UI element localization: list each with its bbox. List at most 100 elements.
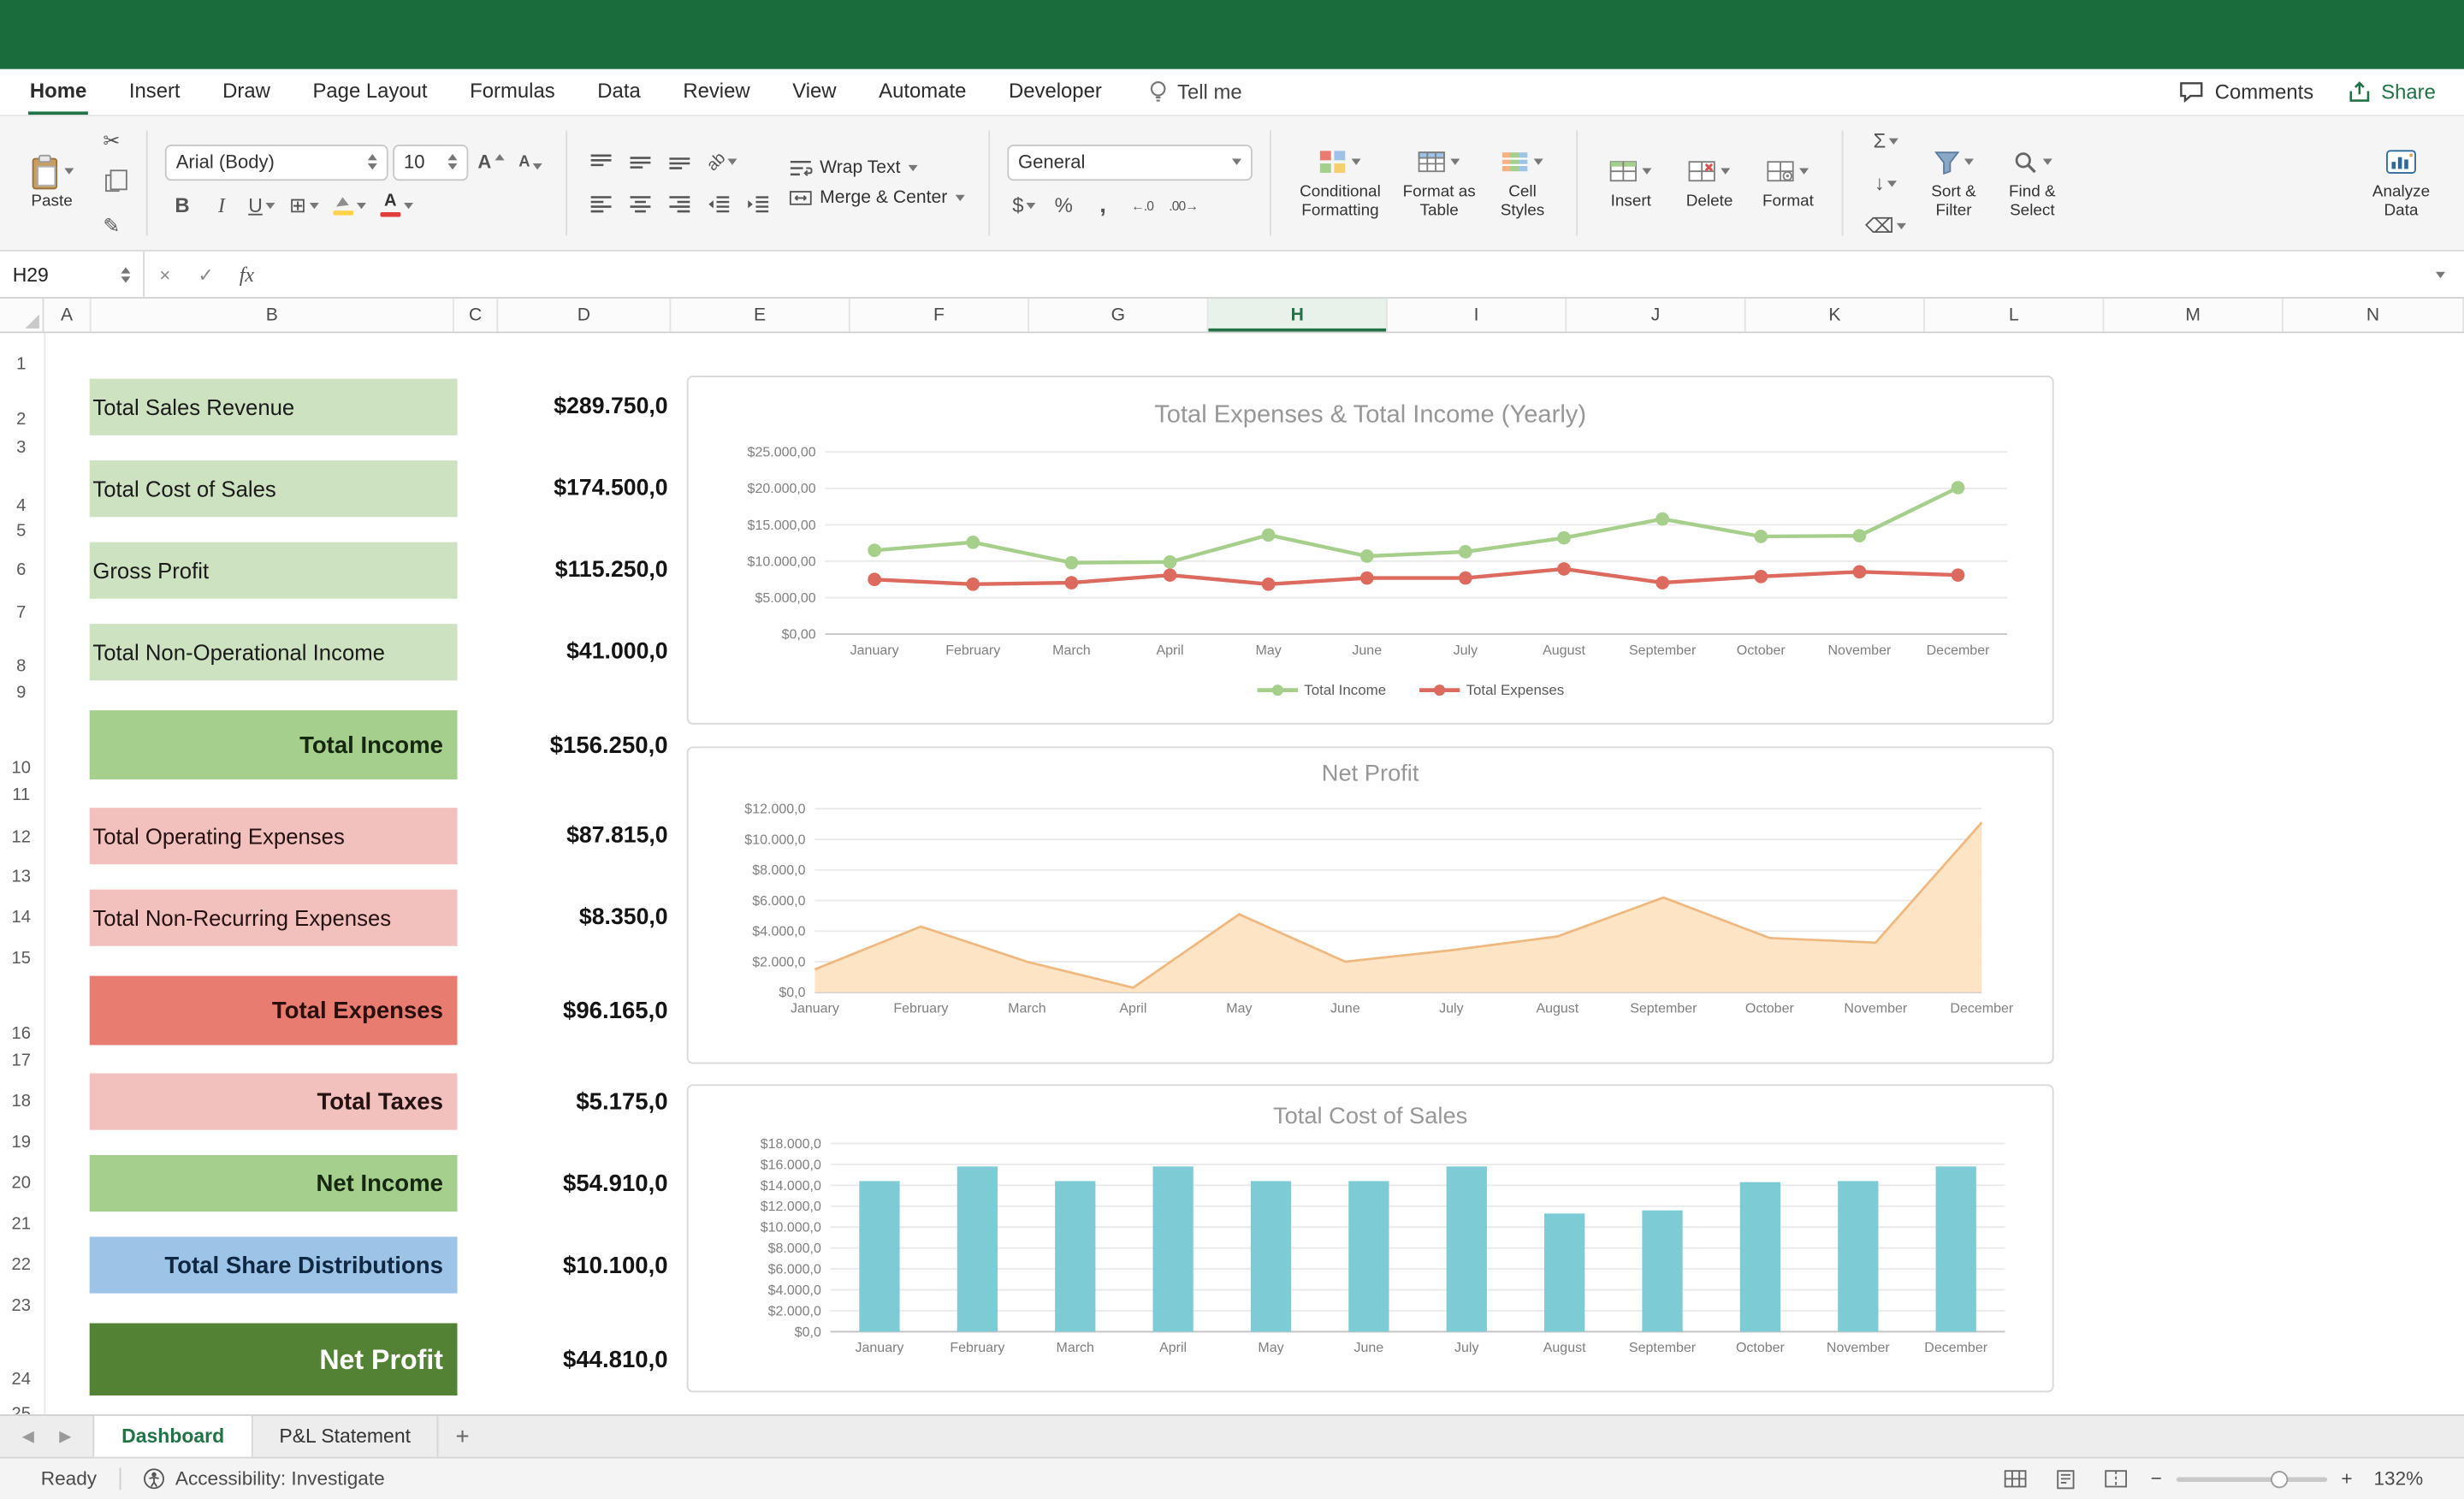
column-header-c[interactable]: C xyxy=(454,299,498,332)
chart-total-cost-of-sales[interactable]: $0,0$2.000,0$4.000,0$6.000,0$8.000,0$10.… xyxy=(687,1084,2054,1392)
row-header-11[interactable]: 11 xyxy=(0,783,43,808)
summary-value-net-profit[interactable]: $44.810,0 xyxy=(457,1324,671,1395)
insert-function-button[interactable]: fx xyxy=(226,252,267,297)
font-color-button[interactable]: A xyxy=(376,187,418,222)
cancel-entry-button[interactable]: × xyxy=(145,252,186,297)
summary-label-total-expenses[interactable]: Total Expenses xyxy=(90,976,458,1046)
formula-input[interactable] xyxy=(267,252,2417,297)
find-select-button[interactable]: Find & Select xyxy=(1996,139,2068,228)
summary-label-total-operating-expenses[interactable]: Total Operating Expenses xyxy=(90,808,458,864)
zoom-slider-knob[interactable] xyxy=(2271,1470,2288,1487)
summary-value-total-expenses[interactable]: $96.165,0 xyxy=(457,976,671,1046)
column-header-h[interactable]: H xyxy=(1208,299,1387,332)
wrap-text-button[interactable]: Wrap Text xyxy=(782,157,924,180)
row-header-13[interactable]: 13 xyxy=(0,864,43,889)
column-header-g[interactable]: G xyxy=(1029,299,1208,332)
autosum-button[interactable]: Σ xyxy=(1860,123,1910,157)
column-header-f[interactable]: F xyxy=(850,299,1029,332)
italic-button[interactable]: I xyxy=(204,187,239,222)
row-header-18[interactable]: 18 xyxy=(0,1089,43,1114)
paste-button[interactable]: Paste xyxy=(15,148,87,218)
summary-label-total-cost-of-sales[interactable]: Total Cost of Sales xyxy=(90,460,458,517)
summary-value-total-operating-expenses[interactable]: $87.815,0 xyxy=(457,808,671,864)
comments-button[interactable]: Comments xyxy=(2179,80,2314,104)
summary-label-total-income[interactable]: Total Income xyxy=(90,710,458,779)
row-header-10[interactable]: 10 xyxy=(0,755,43,780)
summary-value-total-non-recurring-expenses[interactable]: $8.350,0 xyxy=(457,890,671,946)
page-layout-view-button[interactable] xyxy=(2050,1465,2082,1493)
name-box[interactable]: H29 xyxy=(0,252,145,297)
row-header-17[interactable]: 17 xyxy=(0,1048,43,1073)
spreadsheet[interactable]: $0,00$5.000,00$10.000,00$15.000,00$20.00… xyxy=(0,333,2464,1414)
font-size-select[interactable]: 10 xyxy=(393,144,468,180)
text-orientation-button[interactable]: ab xyxy=(702,145,742,179)
page-break-view-button[interactable] xyxy=(2100,1465,2132,1493)
row-header-2[interactable]: 2 xyxy=(0,407,43,432)
summary-value-total-taxes[interactable]: $5.175,0 xyxy=(457,1073,671,1129)
zoom-out-button[interactable]: − xyxy=(2151,1468,2162,1490)
summary-label-total-taxes[interactable]: Total Taxes xyxy=(90,1073,458,1129)
decrease-font-size-button[interactable]: A xyxy=(513,145,548,179)
zoom-in-button[interactable]: + xyxy=(2341,1468,2352,1490)
cell-styles-button[interactable]: Cell Styles xyxy=(1486,139,1558,228)
ribbon-tab-formulas[interactable]: Formulas xyxy=(468,69,556,115)
summary-label-total-sales-revenue[interactable]: Total Sales Revenue xyxy=(90,379,458,435)
row-header-22[interactable]: 22 xyxy=(0,1253,43,1277)
align-left-button[interactable] xyxy=(584,187,619,222)
row-header-1[interactable]: 1 xyxy=(0,352,43,376)
zoom-slider[interactable] xyxy=(2177,1477,2327,1482)
summary-label-total-non-operational-income[interactable]: Total Non-Operational Income xyxy=(90,624,458,680)
row-header-12[interactable]: 12 xyxy=(0,825,43,850)
ribbon-tab-draw[interactable]: Draw xyxy=(221,69,271,115)
sheet-tab-dashboard[interactable]: Dashboard xyxy=(93,1416,252,1457)
row-header-16[interactable]: 16 xyxy=(0,1022,43,1046)
row-header-15[interactable]: 15 xyxy=(0,946,43,971)
row-header-7[interactable]: 7 xyxy=(0,601,43,625)
fill-button[interactable]: ↓ xyxy=(1860,166,1910,200)
fill-color-button[interactable] xyxy=(329,187,371,222)
column-header-b[interactable]: B xyxy=(92,299,454,332)
row-header-9[interactable]: 9 xyxy=(0,680,43,705)
decrease-decimal-button[interactable]: .00→ xyxy=(1164,187,1203,222)
summary-value-total-cost-of-sales[interactable]: $174.500,0 xyxy=(457,460,671,517)
column-header-n[interactable]: N xyxy=(2283,299,2464,332)
row-header-6[interactable]: 6 xyxy=(0,558,43,583)
summary-value-total-non-operational-income[interactable]: $41.000,0 xyxy=(457,624,671,680)
decrease-indent-button[interactable] xyxy=(702,187,736,222)
chart-net-profit[interactable]: $0,0$2.000,0$4.000,0$6.000,0$8.000,0$10.… xyxy=(687,746,2054,1064)
accessibility-status[interactable]: Accessibility: Investigate xyxy=(142,1468,384,1490)
column-header-l[interactable]: L xyxy=(1925,299,2104,332)
summary-value-total-share-distributions[interactable]: $10.100,0 xyxy=(457,1237,671,1294)
column-header-d[interactable]: D xyxy=(498,299,671,332)
summary-label-total-share-distributions[interactable]: Total Share Distributions xyxy=(90,1237,458,1294)
format-cells-button[interactable]: Format xyxy=(1752,148,1824,218)
row-header-8[interactable]: 8 xyxy=(0,654,43,678)
row-header-4[interactable]: 4 xyxy=(0,494,43,518)
bold-button[interactable]: B xyxy=(165,187,199,222)
font-name-select[interactable]: Arial (Body) xyxy=(165,144,388,180)
ribbon-tab-view[interactable]: View xyxy=(791,69,838,115)
share-button[interactable]: Share xyxy=(2348,80,2436,104)
clear-button[interactable]: ⌫ xyxy=(1860,208,1910,242)
increase-decimal-button[interactable]: ←.0 xyxy=(1125,187,1159,222)
borders-button[interactable]: ⊞ xyxy=(285,187,324,222)
align-center-button[interactable] xyxy=(624,187,658,222)
row-header-20[interactable]: 20 xyxy=(0,1170,43,1195)
align-bottom-button[interactable] xyxy=(662,145,696,179)
number-format-select[interactable]: General xyxy=(1007,144,1253,180)
sheet-tab-p-l-statement[interactable]: P&L Statement xyxy=(252,1416,439,1457)
comma-format-button[interactable]: , xyxy=(1086,187,1120,222)
row-header-23[interactable]: 23 xyxy=(0,1294,43,1318)
chart-total-expenses-income[interactable]: $0,00$5.000,00$10.000,00$15.000,00$20.00… xyxy=(687,376,2054,725)
column-header-k[interactable]: K xyxy=(1746,299,1925,332)
cut-button[interactable]: ✂ xyxy=(94,123,128,157)
format-as-table-button[interactable]: Format as Table xyxy=(1398,139,1480,228)
row-header-3[interactable]: 3 xyxy=(0,435,43,460)
column-header-j[interactable]: J xyxy=(1567,299,1745,332)
align-middle-button[interactable] xyxy=(624,145,658,179)
next-sheet-button[interactable]: ▶ xyxy=(59,1428,71,1445)
summary-label-gross-profit[interactable]: Gross Profit xyxy=(90,542,458,599)
ribbon-tab-insert[interactable]: Insert xyxy=(127,69,181,115)
zoom-level[interactable]: 132% xyxy=(2366,1468,2423,1490)
row-header-19[interactable]: 19 xyxy=(0,1130,43,1155)
